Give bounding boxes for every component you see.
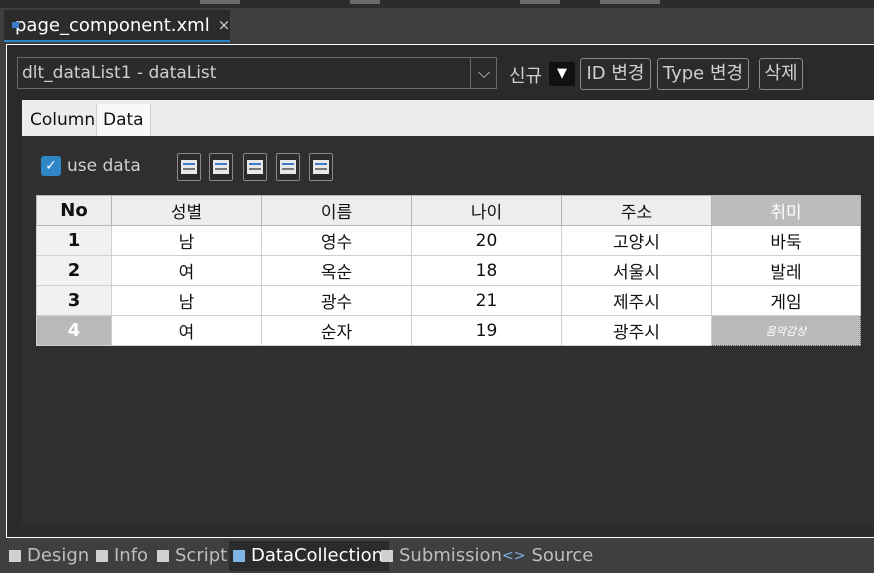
move-up-icon	[280, 160, 296, 174]
file-tab-label: page_component.xml	[15, 14, 210, 36]
new-dropdown-button[interactable]: ▼	[549, 62, 575, 86]
delete-row-button[interactable]	[209, 153, 233, 181]
tab-script-label: Script	[175, 545, 228, 566]
submission-icon	[381, 550, 393, 562]
table-cell-editing[interactable]: 음악감상	[711, 315, 861, 346]
column-header[interactable]: 나이	[411, 195, 562, 226]
table-cell[interactable]: 게임	[711, 285, 861, 316]
type-change-button[interactable]: Type 변경	[657, 58, 749, 90]
table-cell[interactable]: 21	[411, 285, 562, 316]
table-cell[interactable]: 여	[111, 255, 262, 286]
table-row-selected[interactable]: 4 여 순자 19 광주시 음악감상	[36, 315, 861, 346]
table-cell[interactable]: 순자	[261, 315, 412, 346]
database-icon	[233, 550, 245, 562]
use-data-toggle[interactable]: ✓ use data	[41, 156, 141, 176]
table-cell[interactable]: 발레	[711, 255, 861, 286]
table-cell[interactable]: 제주시	[561, 285, 712, 316]
toolbar-remnant	[520, 0, 560, 4]
add-row-icon	[181, 160, 197, 174]
dataset-select[interactable]: dlt_dataList1 - dataList ⌵	[17, 57, 497, 89]
dataset-select-value: dlt_dataList1 - dataList	[22, 63, 217, 83]
info-icon	[96, 550, 108, 562]
tab-datacollection[interactable]: DataCollection	[229, 541, 390, 571]
use-data-checkbox[interactable]: ✓	[41, 156, 61, 176]
tab-submission-label: Submission	[399, 545, 502, 566]
tab-design[interactable]: Design	[9, 541, 89, 571]
row-number[interactable]: 3	[36, 285, 112, 316]
toolbar-remnant	[600, 0, 660, 4]
tab-source[interactable]: <> Source	[502, 541, 593, 571]
column-header[interactable]: 주소	[561, 195, 712, 226]
table-cell[interactable]: 남	[111, 225, 262, 256]
table-cell[interactable]: 서울시	[561, 255, 712, 286]
insert-row-button[interactable]	[243, 153, 267, 181]
delete-button[interactable]: 삭제	[759, 58, 803, 90]
panel-tab-bar: Column Data	[22, 100, 874, 136]
insert-row-icon	[247, 160, 263, 174]
table-row[interactable]: 3 남 광수 21 제주시 게임	[36, 285, 861, 316]
table-row[interactable]: 2 여 옥순 18 서울시 발레	[36, 255, 861, 286]
code-icon: <>	[502, 548, 526, 564]
id-change-button[interactable]: ID 변경	[580, 58, 651, 90]
new-label: 신규	[509, 66, 543, 87]
column-header[interactable]: 이름	[261, 195, 412, 226]
data-grid: No 성별 이름 나이 주소 취미 1 남 영수 20 고양시 바둑 2 여 옥…	[36, 195, 861, 346]
move-down-icon	[313, 160, 329, 174]
table-cell[interactable]: 고양시	[561, 225, 712, 256]
table-cell[interactable]: 바둑	[711, 225, 861, 256]
table-cell[interactable]: 남	[111, 285, 262, 316]
tab-info-label: Info	[114, 545, 149, 566]
move-row-down-button[interactable]	[309, 153, 333, 181]
delete-row-icon	[213, 160, 229, 174]
use-data-label: use data	[67, 156, 141, 176]
bottom-tab-bar: Design Info Script DataCollection Submis…	[0, 541, 874, 573]
toolbar-remnant	[200, 0, 240, 4]
chevron-down-icon[interactable]: ⌵	[478, 63, 490, 83]
table-cell[interactable]: 여	[111, 315, 262, 346]
table-row[interactable]: 1 남 영수 20 고양시 바둑	[36, 225, 861, 256]
column-header-no[interactable]: No	[36, 195, 112, 226]
move-row-up-button[interactable]	[276, 153, 300, 181]
table-cell[interactable]: 옥순	[261, 255, 412, 286]
column-header[interactable]: 성별	[111, 195, 262, 226]
tab-design-label: Design	[27, 545, 90, 566]
tab-info[interactable]: Info	[96, 541, 148, 571]
table-cell[interactable]: 19	[411, 315, 562, 346]
table-cell[interactable]: 광수	[261, 285, 412, 316]
column-header-selected[interactable]: 취미	[711, 195, 861, 226]
tab-source-label: Source	[531, 545, 594, 566]
table-cell[interactable]: 영수	[261, 225, 412, 256]
design-icon	[9, 550, 21, 562]
add-row-button[interactable]	[177, 153, 201, 181]
top-toolbar-strip	[0, 0, 874, 8]
toolbar-remnant	[350, 0, 380, 4]
script-icon	[157, 550, 169, 562]
file-tab[interactable]: page_component.xml ×	[4, 10, 230, 42]
combo-divider	[470, 58, 471, 88]
tab-datacollection-label: DataCollection	[251, 545, 384, 566]
table-cell[interactable]: 광주시	[561, 315, 712, 346]
table-cell[interactable]: 18	[411, 255, 562, 286]
row-number[interactable]: 4	[36, 315, 112, 346]
row-number[interactable]: 2	[36, 255, 112, 286]
tab-column[interactable]: Column	[24, 104, 101, 136]
tab-script[interactable]: Script	[157, 541, 227, 571]
close-icon[interactable]: ×	[218, 16, 231, 34]
tab-data[interactable]: Data	[96, 104, 151, 136]
editor-tab-bar: page_component.xml ×	[0, 8, 874, 42]
grid-header-row: No 성별 이름 나이 주소 취미	[36, 195, 861, 226]
row-number[interactable]: 1	[36, 225, 112, 256]
table-cell[interactable]: 20	[411, 225, 562, 256]
tab-submission[interactable]: Submission	[381, 541, 502, 571]
